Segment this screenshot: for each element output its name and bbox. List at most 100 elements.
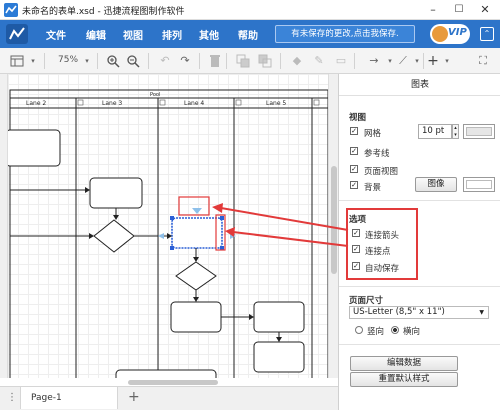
autosave-label: 自动保存: [365, 264, 400, 274]
guides-label: 参考线: [364, 149, 390, 159]
menu-file[interactable]: 文件: [46, 27, 66, 42]
toolbar-divider: [280, 53, 281, 69]
edit-data-button[interactable]: 编辑数据: [350, 356, 458, 371]
toolbar-divider: [354, 53, 355, 69]
process-shape[interactable]: [89, 177, 143, 209]
process-shape[interactable]: [115, 369, 217, 378]
zoom-out-icon[interactable]: [126, 54, 140, 72]
background-checkbox[interactable]: ✓: [350, 181, 358, 189]
menu-help[interactable]: 帮助: [238, 27, 258, 42]
to-front-icon[interactable]: [236, 54, 250, 72]
reset-style-button[interactable]: 重置默认样式: [350, 372, 458, 387]
lane-label: Lane 5: [266, 100, 286, 107]
horizontal-scrollbar-thumb[interactable]: [128, 380, 218, 385]
page-size-section-title: 页面尺寸: [349, 296, 384, 306]
line-color-icon[interactable]: ✎: [312, 54, 326, 68]
chevron-down-icon[interactable]: ▾: [440, 54, 454, 68]
connection-arrows-label: 连接箭头: [365, 231, 400, 241]
landscape-radio[interactable]: [391, 326, 399, 334]
guides-checkbox[interactable]: ✓: [350, 147, 358, 155]
format-panel: 图表 视图 ✓ 网格 10 pt ▴ ▾ ✓ 参考线 ✓ 页面视图 ✓ 背景 图像…: [338, 74, 500, 410]
decision-shape[interactable]: [175, 261, 217, 291]
menu-other[interactable]: 其他: [199, 27, 219, 42]
hover-arrow-up-icon[interactable]: [192, 208, 202, 214]
format-panel-icon[interactable]: [10, 54, 24, 72]
page-tabs-bar: ⋮ Page-1 +: [0, 386, 338, 410]
maximize-button[interactable]: ☐: [450, 2, 468, 18]
chevron-down-icon[interactable]: ▾: [383, 54, 397, 68]
grid-color-button[interactable]: [463, 124, 495, 139]
delete-icon[interactable]: [208, 54, 222, 72]
options-section-title: 选项: [349, 215, 367, 225]
toolbar-divider: [199, 53, 200, 69]
resize-handle[interactable]: [220, 246, 224, 250]
lane-label: Lane 2: [26, 100, 46, 107]
process-shape[interactable]: [253, 301, 305, 333]
chevron-down-icon[interactable]: ▾: [26, 54, 40, 68]
fill-color-icon[interactable]: ◆: [290, 54, 304, 68]
divider: [339, 344, 500, 345]
connection-arrows-checkbox[interactable]: ✓: [352, 229, 360, 237]
window-title: 未命名的表单.xsd - 迅捷流程图制作软件: [22, 7, 185, 17]
portrait-radio[interactable]: [355, 326, 363, 334]
page-size-select[interactable]: US-Letter (8,5" x 11") ▼: [349, 306, 489, 319]
background-label: 背景: [364, 183, 382, 193]
process-shape[interactable]: [253, 341, 305, 373]
autosave-checkbox[interactable]: ✓: [352, 262, 360, 270]
page-view-checkbox[interactable]: ✓: [350, 165, 358, 173]
insert-icon[interactable]: +: [426, 54, 440, 68]
left-splitter[interactable]: [0, 74, 8, 378]
menu-view[interactable]: 视图: [123, 27, 143, 42]
zoom-level[interactable]: 75%: [58, 55, 78, 65]
process-shape[interactable]: [8, 129, 61, 167]
vertical-scrollbar[interactable]: [328, 74, 338, 378]
decision-shape[interactable]: [93, 219, 135, 253]
collapse-toggle-button[interactable]: ⌃: [480, 27, 494, 41]
resize-handle[interactable]: [220, 216, 224, 220]
connection-points-checkbox[interactable]: ✓: [352, 245, 360, 253]
toolbar-divider: [97, 53, 98, 69]
resize-handle[interactable]: [170, 246, 174, 250]
chevron-down-icon[interactable]: ▾: [80, 54, 94, 68]
divider: [339, 200, 500, 201]
tab-label: Page-1: [31, 393, 62, 403]
selected-process-shape[interactable]: [171, 217, 223, 249]
undo-icon[interactable]: ↶: [158, 54, 172, 68]
menu-arrange[interactable]: 排列: [162, 27, 182, 42]
tab-page-1[interactable]: Page-1: [20, 387, 118, 409]
grid-checkbox[interactable]: ✓: [350, 127, 358, 135]
image-button[interactable]: 图像: [415, 177, 457, 192]
chevron-down-icon[interactable]: ▾: [410, 54, 424, 68]
toolbar-divider: [226, 53, 227, 69]
landscape-label: 横向: [403, 327, 421, 337]
hover-arrow-left-icon[interactable]: [158, 233, 164, 239]
close-button[interactable]: ✕: [476, 2, 494, 18]
to-back-icon[interactable]: [258, 54, 272, 72]
pages-menu-icon[interactable]: ⋮: [7, 392, 17, 403]
shadow-icon[interactable]: ▭: [334, 54, 348, 68]
toolbar-divider: [148, 53, 149, 69]
divider: [339, 286, 500, 287]
grid-size-input[interactable]: 10 pt: [418, 124, 452, 139]
waypoint-style-icon[interactable]: ⟋: [396, 54, 410, 68]
grid-size-stepper[interactable]: ▴ ▾: [452, 124, 459, 139]
toolbar-divider: [44, 53, 45, 69]
menu-edit[interactable]: 编辑: [86, 27, 106, 42]
minimize-button[interactable]: –: [424, 2, 442, 18]
process-shape[interactable]: [170, 301, 222, 333]
add-page-button[interactable]: +: [128, 389, 140, 405]
redo-icon[interactable]: ↷: [178, 54, 192, 68]
background-color-button[interactable]: [463, 177, 495, 192]
zoom-in-icon[interactable]: [106, 54, 120, 72]
connection-style-icon[interactable]: →: [364, 54, 384, 68]
menu-bar: 文件 编辑 视图 排列 其他 帮助 有未保存的更改,点击我保存. VIP ⌃: [0, 20, 500, 48]
scrollbar-thumb[interactable]: [331, 166, 337, 274]
vip-badge[interactable]: VIP: [430, 24, 470, 44]
diagram-canvas[interactable]: Pool Lane 2 Lane 3 Lane 4 Lane 5: [8, 74, 328, 378]
resize-handle[interactable]: [170, 216, 174, 220]
fullscreen-icon[interactable]: ⛶: [476, 54, 490, 68]
unsaved-changes-notice[interactable]: 有未保存的更改,点击我保存.: [275, 25, 415, 43]
annotation-box: [178, 196, 210, 216]
view-section-title: 视图: [349, 113, 367, 123]
hover-arrow-right-icon[interactable]: [230, 233, 236, 239]
